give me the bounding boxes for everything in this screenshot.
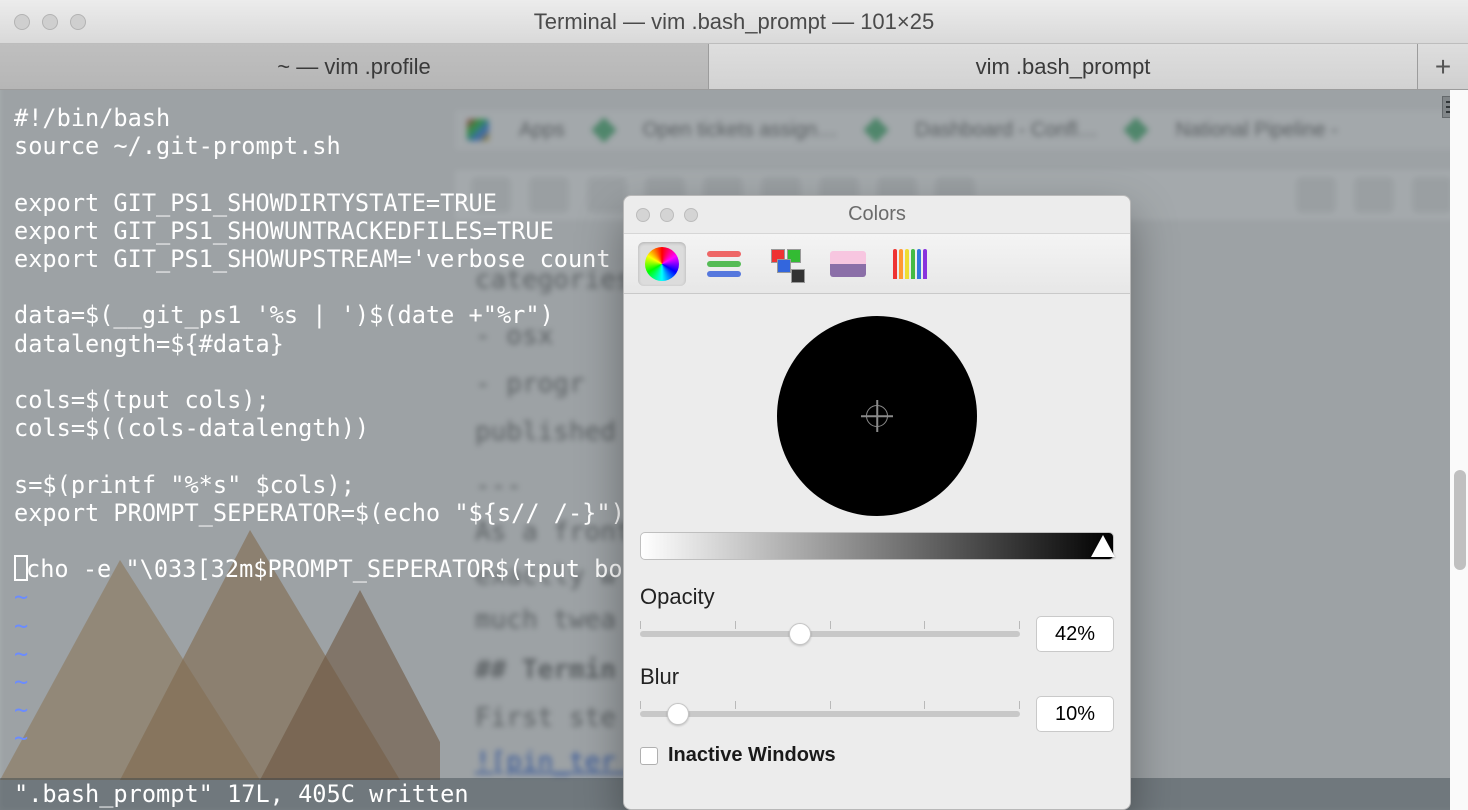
blur-label: Blur: [640, 664, 1114, 690]
inactive-windows-checkbox[interactable]: [640, 747, 658, 765]
code-line: data=$(__git_ps1 '%s | ')$(date +"%r"): [14, 301, 554, 329]
brightness-knob[interactable]: [1091, 535, 1115, 557]
vim-tilde: ~: [14, 612, 28, 640]
code-line: #!/bin/bash: [14, 104, 170, 132]
colors-titlebar[interactable]: Colors: [624, 196, 1130, 234]
close-button[interactable]: [14, 14, 30, 30]
vim-tilde: ~: [14, 696, 28, 724]
minimize-button[interactable]: [42, 14, 58, 30]
code-line: source ~/.git-prompt.sh: [14, 132, 341, 160]
code-line: s=$(printf "%*s" $cols);: [14, 471, 355, 499]
tab-bar: ~ — vim .profile vim .bash_prompt +: [0, 44, 1468, 90]
brightness-slider[interactable]: [640, 532, 1114, 560]
color-wheel-icon: [645, 247, 679, 281]
scroll-thumb[interactable]: [1454, 470, 1466, 570]
image-icon: [830, 251, 866, 277]
pencils-tab[interactable]: [886, 242, 934, 286]
inactive-windows-label: Inactive Windows: [668, 744, 836, 767]
code-line: export PROMPT_SEPERATOR=$(echo "${s// /-…: [14, 499, 625, 527]
vim-tilde: ~: [14, 640, 28, 668]
opacity-value[interactable]: 42%: [1036, 616, 1114, 652]
vim-tilde: ~: [14, 668, 28, 696]
color-sliders-tab[interactable]: [700, 242, 748, 286]
color-palettes-tab[interactable]: [762, 242, 810, 286]
code-line: cols=$((cols-datalength)): [14, 414, 369, 442]
vim-tilde: ~: [14, 583, 28, 611]
title-bar[interactable]: Terminal — vim .bash_prompt — 101×25: [0, 0, 1468, 44]
blur-knob[interactable]: [667, 703, 689, 725]
tab-profile[interactable]: ~ — vim .profile: [0, 44, 709, 89]
blur-slider[interactable]: [640, 711, 1020, 717]
sliders-icon: [707, 251, 741, 277]
color-wheel[interactable]: [777, 316, 977, 516]
colors-panel[interactable]: Colors Opacity: [623, 195, 1131, 810]
code-line: export GIT_PS1_SHOWUNTRACKEDFILES=TRUE: [14, 217, 554, 245]
color-wheel-tab[interactable]: [638, 242, 686, 286]
new-tab-button[interactable]: +: [1418, 44, 1468, 89]
colors-toolbar: [624, 234, 1130, 294]
code-line: cho -e "\033[32m$PROMPT_SEPERATOR$(tput …: [26, 555, 637, 583]
code-line: cols=$(tput cols);: [14, 386, 270, 414]
opacity-slider[interactable]: [640, 631, 1020, 637]
zoom-button[interactable]: [70, 14, 86, 30]
vim-tilde: ~: [14, 724, 28, 752]
opacity-knob[interactable]: [789, 623, 811, 645]
code-line: export GIT_PS1_SHOWUPSTREAM='verbose cou…: [14, 245, 639, 273]
opacity-label: Opacity: [640, 584, 1114, 610]
scrollbar[interactable]: [1450, 90, 1468, 810]
code-line: datalength=${#data}: [14, 330, 284, 358]
blur-value[interactable]: 10%: [1036, 696, 1114, 732]
code-line: export GIT_PS1_SHOWDIRTYSTATE=TRUE: [14, 189, 497, 217]
pencils-icon: [893, 249, 927, 279]
reticle-icon[interactable]: [866, 405, 888, 427]
image-palettes-tab[interactable]: [824, 242, 872, 286]
tab-bash-prompt[interactable]: vim .bash_prompt: [709, 44, 1418, 89]
palette-icon: [771, 249, 801, 279]
window-title: Terminal — vim .bash_prompt — 101×25: [0, 9, 1468, 35]
colors-title: Colors: [624, 203, 1130, 226]
